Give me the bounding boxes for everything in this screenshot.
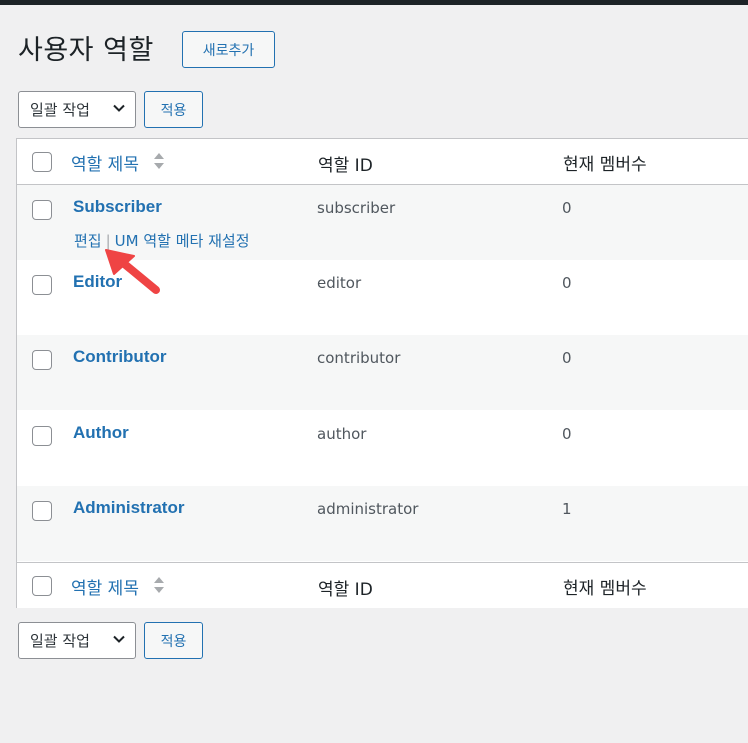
sort-arrows-icon[interactable] [153, 152, 165, 170]
add-new-button[interactable]: 새로추가 [182, 31, 275, 68]
bulk-action-select-bottom[interactable]: 일괄 작업 [18, 622, 136, 659]
member-count: 0 [562, 199, 572, 217]
role-title-link[interactable]: Contributor [73, 347, 166, 367]
bulk-action-select[interactable]: 일괄 작업 [18, 91, 136, 128]
row-checkbox[interactable] [32, 426, 52, 446]
row-checkbox[interactable] [32, 275, 52, 295]
admin-top-bar [0, 0, 748, 5]
role-id: subscriber [317, 199, 396, 217]
sort-arrows-icon[interactable] [153, 576, 165, 594]
member-count: 0 [562, 349, 572, 367]
table-footer: 역할 제목 역할 ID 현재 멤버수 [17, 562, 748, 608]
chevron-down-icon [113, 635, 125, 643]
edit-link[interactable]: 편집 [74, 232, 102, 250]
role-title-link[interactable]: Administrator [73, 498, 184, 518]
row-checkbox[interactable] [32, 200, 52, 220]
role-id: administrator [317, 500, 419, 518]
roles-table: 역할 제목 역할 ID 현재 멤버수 Subscriber subscriber… [16, 138, 748, 608]
member-count: 1 [562, 500, 572, 518]
apply-button[interactable]: 적용 [144, 91, 203, 128]
role-title-link[interactable]: Author [73, 423, 129, 443]
bulk-action-label: 일괄 작업 [30, 101, 90, 119]
role-id: author [317, 425, 367, 443]
page-title: 사용자 역할 [18, 35, 154, 66]
select-all-checkbox[interactable] [32, 152, 52, 172]
role-title-link[interactable]: Subscriber [73, 197, 162, 217]
table-header: 역할 제목 역할 ID 현재 멤버수 [17, 139, 748, 185]
column-count-footer: 현재 멤버수 [563, 579, 647, 599]
member-count: 0 [562, 274, 572, 292]
table-row: Author author 0 [17, 410, 748, 485]
column-id-footer: 역할 ID [318, 580, 373, 600]
select-all-checkbox-footer[interactable] [32, 576, 52, 596]
role-id: contributor [317, 349, 401, 367]
column-count-header: 현재 멤버수 [563, 155, 647, 175]
row-checkbox[interactable] [32, 501, 52, 521]
row-checkbox[interactable] [32, 350, 52, 370]
chevron-down-icon [113, 104, 125, 112]
role-id: editor [317, 274, 362, 292]
column-id-header: 역할 ID [318, 156, 373, 176]
table-row: Contributor contributor 0 [17, 335, 748, 410]
bulk-action-label: 일괄 작업 [30, 632, 90, 650]
column-title-sort-link-footer[interactable]: 역할 제목 [71, 574, 139, 599]
red-arrow-icon [105, 249, 160, 294]
member-count: 0 [562, 425, 572, 443]
table-row: Administrator administrator 1 [17, 486, 748, 561]
column-title-sort-link[interactable]: 역할 제목 [71, 150, 139, 175]
apply-button-bottom[interactable]: 적용 [144, 622, 203, 659]
